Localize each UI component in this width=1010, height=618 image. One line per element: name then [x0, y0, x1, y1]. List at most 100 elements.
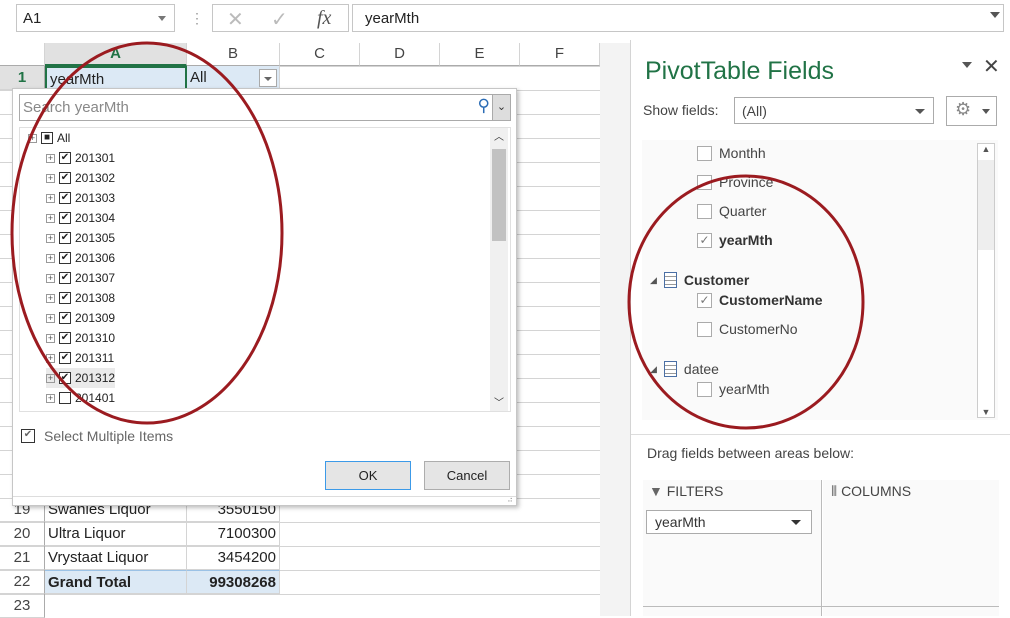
expand-icon[interactable]: +	[28, 133, 37, 143]
enter-icon[interactable]: ✓	[271, 7, 288, 32]
row-header[interactable]: 20	[0, 522, 45, 546]
filter-dropdown-button[interactable]	[259, 69, 277, 87]
checkbox-checked-icon[interactable]: ✔	[59, 312, 71, 324]
col-header-f[interactable]: F	[520, 43, 600, 66]
field-item[interactable]: ✓ yearMth	[697, 232, 773, 248]
checkbox-checked-icon[interactable]: ✔	[59, 252, 71, 264]
checkbox-icon[interactable]	[697, 381, 712, 397]
expand-icon[interactable]: +	[46, 153, 55, 163]
grand-total-label[interactable]: Grand Total	[45, 570, 187, 594]
row-header[interactable]: 23	[0, 594, 45, 618]
name-box[interactable]: A1	[16, 4, 175, 32]
expand-icon[interactable]: +	[46, 313, 55, 323]
search-input[interactable]: Search yearMth ⚲ ⌄	[19, 94, 511, 121]
expand-icon[interactable]: +	[46, 233, 55, 243]
checkbox-checked-icon[interactable]: ✔	[59, 192, 71, 204]
resize-grip-icon[interactable]: ⠴	[507, 495, 513, 504]
col-header-e[interactable]: E	[440, 43, 520, 66]
table-cell[interactable]: Ultra Liquor	[45, 522, 187, 546]
field-group[interactable]: ◢ Customer	[650, 272, 749, 288]
show-fields-select[interactable]: (All)	[734, 97, 934, 124]
grand-total-value[interactable]: 99308268	[187, 570, 280, 594]
field-item[interactable]: Quarter	[697, 203, 766, 219]
checkbox-checked-icon[interactable]: ✔	[59, 332, 71, 344]
filter-item[interactable]: + ■ All	[28, 128, 70, 148]
formula-input[interactable]: yearMth	[352, 4, 1004, 32]
expand-icon[interactable]: +	[46, 213, 55, 223]
field-item[interactable]: Province	[697, 174, 773, 190]
cancel-button[interactable]: Cancel	[424, 461, 510, 490]
checkbox-checked-icon[interactable]: ✔	[59, 272, 71, 284]
scroll-up-icon[interactable]: ▲	[978, 144, 994, 154]
field-group[interactable]: ◢ datee	[650, 361, 719, 377]
filter-item[interactable]: + ✔ 201310	[46, 328, 115, 348]
cell-b1[interactable]: All	[187, 66, 280, 90]
checkbox-icon[interactable]	[697, 145, 712, 161]
checkbox-icon[interactable]	[697, 321, 712, 337]
field-item[interactable]: Monthh	[697, 145, 766, 161]
select-multiple-checkbox[interactable]: ✔ Select Multiple Items	[21, 428, 173, 444]
checkbox-checked-icon[interactable]: ✔	[59, 172, 71, 184]
collapse-icon[interactable]: ◢	[650, 275, 657, 286]
filter-item[interactable]: + ✔ 201304	[46, 208, 115, 228]
expand-icon[interactable]: +	[46, 293, 55, 303]
row-header[interactable]: 1	[0, 66, 45, 90]
scrollbar-thumb[interactable]	[492, 149, 506, 241]
expand-icon[interactable]: +	[46, 333, 55, 343]
field-list-scrollbar[interactable]: ▲ ▼	[977, 143, 995, 418]
filter-item[interactable]: + ✔ 201305	[46, 228, 115, 248]
filter-item[interactable]: + ✔ 201309	[46, 308, 115, 328]
checkbox-icon[interactable]	[697, 203, 712, 219]
filter-item[interactable]: + ✔ 201303	[46, 188, 115, 208]
checkbox-checked-icon[interactable]: ✔	[59, 372, 71, 384]
expand-formula-icon[interactable]	[990, 12, 1000, 23]
field-item[interactable]: ✓ CustomerName	[697, 292, 822, 308]
ok-button[interactable]: OK	[325, 461, 411, 490]
row-header[interactable]: 21	[0, 546, 45, 570]
checkbox-checked-icon[interactable]: ✔	[59, 292, 71, 304]
expand-icon[interactable]: +	[46, 173, 55, 183]
expand-icon[interactable]: +	[46, 193, 55, 203]
expand-icon[interactable]: +	[46, 373, 55, 383]
expand-icon[interactable]: +	[46, 273, 55, 283]
checkbox-checked-icon[interactable]: ✔	[59, 352, 71, 364]
expand-icon[interactable]: +	[46, 353, 55, 363]
row-header[interactable]: 22	[0, 570, 45, 594]
checkbox-checked-icon[interactable]: ■	[41, 132, 53, 144]
col-header-c[interactable]: C	[280, 43, 360, 66]
filter-item[interactable]: +201401	[46, 388, 115, 408]
collapse-icon[interactable]: ◢	[650, 364, 657, 375]
expand-icon[interactable]: +	[46, 253, 55, 263]
settings-button[interactable]: ⚙	[946, 96, 997, 126]
filter-item[interactable]: + ✔ 201312	[46, 368, 116, 388]
select-all[interactable]	[0, 43, 45, 66]
filter-item[interactable]: + ✔ 201301	[46, 148, 115, 168]
filter-field-yearmth[interactable]: yearMth	[646, 510, 812, 534]
table-cell[interactable]: Vrystaat Liquor	[45, 546, 187, 570]
chevron-down-icon[interactable]: ⌄	[492, 95, 510, 120]
cell-a1[interactable]: yearMth	[45, 66, 187, 90]
checkbox-checked-icon[interactable]: ✓	[697, 232, 712, 248]
filter-item[interactable]: + ✔ 201311	[46, 348, 114, 368]
checkbox-checked-icon[interactable]: ✔	[59, 212, 71, 224]
checkbox-icon[interactable]	[697, 174, 712, 190]
scroll-down-icon[interactable]: ﹀	[490, 394, 508, 409]
field-item[interactable]: CustomerNo	[697, 321, 798, 337]
filter-item[interactable]: + ✔ 201308	[46, 288, 115, 308]
checkbox-checked-icon[interactable]: ✔	[59, 232, 71, 244]
filters-area[interactable]: ▼ FILTERS yearMth	[643, 480, 821, 616]
scrollbar[interactable]: ︿ ﹀	[490, 128, 508, 411]
function-icon[interactable]: fx	[317, 7, 331, 30]
filter-item[interactable]: + ✔ 201302	[46, 168, 115, 188]
close-icon[interactable]: ✕	[983, 54, 1000, 79]
table-cell[interactable]: 3454200	[187, 546, 280, 570]
col-header-a[interactable]: A	[45, 43, 187, 66]
col-header-b[interactable]: B	[187, 43, 280, 66]
filter-item[interactable]: + ✔ 201307	[46, 268, 115, 288]
columns-area[interactable]: ⦀ COLUMNS	[823, 480, 999, 616]
field-item[interactable]: yearMth	[697, 381, 770, 397]
table-cell[interactable]: 7100300	[187, 522, 280, 546]
scroll-up-icon[interactable]: ︿	[490, 128, 508, 143]
scroll-down-icon[interactable]: ▼	[978, 407, 994, 417]
checkbox-checked-icon[interactable]: ✔	[59, 152, 71, 164]
